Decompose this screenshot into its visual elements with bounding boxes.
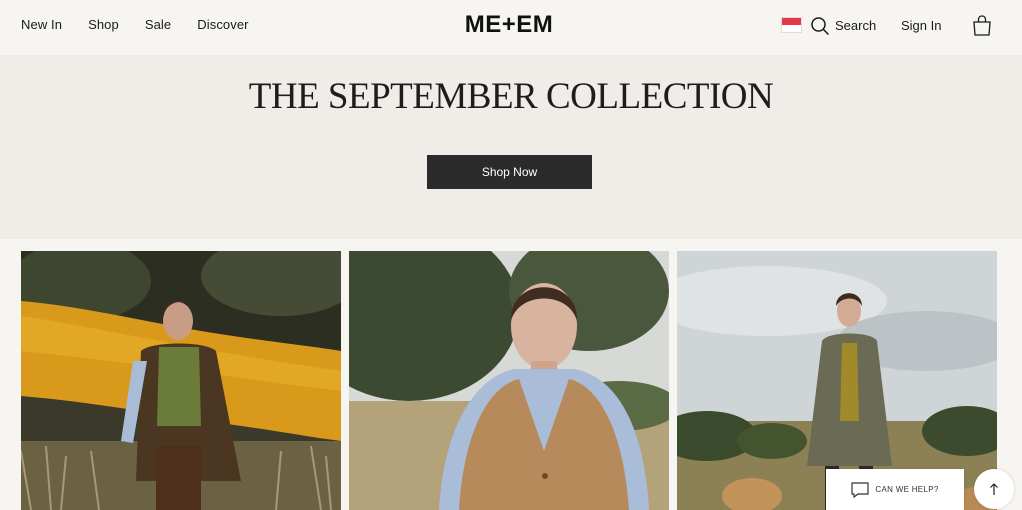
collection-image-1[interactable]: [21, 251, 341, 510]
search-link[interactable]: Search: [835, 18, 876, 33]
arrow-up-icon: [990, 483, 998, 495]
site-header: New In Shop Sale Discover ME+EM Search S…: [0, 0, 1022, 55]
collection-image-2[interactable]: [349, 251, 669, 510]
shop-now-button[interactable]: Shop Now: [427, 155, 592, 189]
shopping-bag-icon[interactable]: [971, 14, 993, 36]
chat-bubble-icon: [851, 481, 870, 498]
search-icon[interactable]: [810, 16, 830, 36]
sign-in-link[interactable]: Sign In: [901, 18, 941, 33]
help-chat-button[interactable]: CAN WE HELP?: [826, 469, 964, 510]
back-to-top-button[interactable]: [974, 469, 1014, 509]
country-flag-icon[interactable]: [781, 17, 802, 33]
hero-title: THE SEPTEMBER COLLECTION: [248, 76, 774, 117]
hero-banner: THE SEPTEMBER COLLECTION Shop Now: [0, 55, 1022, 239]
help-label: CAN WE HELP?: [875, 485, 939, 494]
